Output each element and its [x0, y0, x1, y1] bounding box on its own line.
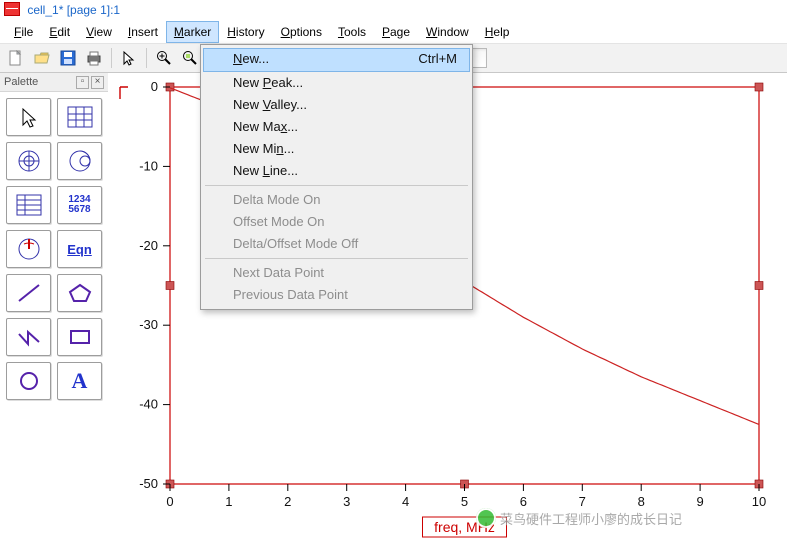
- menu-item-delta-offset-mode-off: Delta/Offset Mode Off: [203, 233, 470, 255]
- menu-item-offset-mode-on: Offset Mode On: [203, 211, 470, 233]
- svg-text:6: 6: [520, 494, 527, 509]
- menu-item-next-data-point: Next Data Point: [203, 262, 470, 284]
- palette-rect[interactable]: [57, 318, 102, 356]
- svg-text:2: 2: [284, 494, 291, 509]
- palette-polyline[interactable]: [6, 318, 51, 356]
- menu-tools[interactable]: Tools: [330, 21, 374, 43]
- palette-text[interactable]: A: [57, 362, 102, 400]
- svg-text:0: 0: [151, 79, 158, 94]
- zoom-point-button[interactable]: [178, 46, 202, 70]
- palette-pin-icon[interactable]: ▫: [76, 76, 89, 89]
- palette-circle[interactable]: [6, 362, 51, 400]
- svg-text:-30: -30: [139, 317, 158, 332]
- app-icon: [4, 2, 20, 16]
- menu-separator: [205, 258, 468, 259]
- toolbar-separator: [111, 48, 112, 68]
- svg-text:-50: -50: [139, 476, 158, 491]
- menu-options[interactable]: Options: [273, 21, 330, 43]
- svg-text:10: 10: [752, 494, 766, 509]
- menu-item-new-min[interactable]: New Min...: [203, 138, 470, 160]
- svg-text:0: 0: [166, 494, 173, 509]
- menu-history[interactable]: History: [219, 21, 272, 43]
- svg-text:3: 3: [343, 494, 350, 509]
- palette-polygon[interactable]: [57, 274, 102, 312]
- menu-view[interactable]: View: [78, 21, 120, 43]
- save-button[interactable]: [56, 46, 80, 70]
- palette-polar[interactable]: [6, 142, 51, 180]
- menu-item-previous-data-point: Previous Data Point: [203, 284, 470, 306]
- svg-text:4: 4: [402, 494, 409, 509]
- menu-item-new[interactable]: New...Ctrl+M: [203, 48, 470, 72]
- menu-insert[interactable]: Insert: [120, 21, 166, 43]
- menu-item-new-line[interactable]: New Line...: [203, 160, 470, 182]
- palette-eqn[interactable]: Eqn: [57, 230, 102, 268]
- new-button[interactable]: [4, 46, 28, 70]
- menu-item-new-valley[interactable]: New Valley...: [203, 94, 470, 116]
- zoom-in-button[interactable]: [152, 46, 176, 70]
- pointer-tool-button[interactable]: [117, 46, 141, 70]
- palette-list[interactable]: [6, 186, 51, 224]
- palette-close-icon[interactable]: ×: [91, 76, 104, 89]
- print-button[interactable]: [82, 46, 106, 70]
- svg-text:5: 5: [461, 494, 468, 509]
- palette-antenna[interactable]: [6, 230, 51, 268]
- menu-marker[interactable]: Marker: [166, 21, 219, 43]
- palette-panel: Palette ▫ × 12345678 Eqn A: [0, 73, 108, 560]
- toolbar-separator: [146, 48, 147, 68]
- svg-text:-10: -10: [139, 158, 158, 173]
- menu-separator: [205, 185, 468, 186]
- svg-text:8: 8: [638, 494, 645, 509]
- palette-pointer[interactable]: [6, 98, 51, 136]
- marker-menu: New...Ctrl+MNew Peak...New Valley...New …: [200, 44, 473, 310]
- svg-text:1: 1: [225, 494, 232, 509]
- menu-item-delta-mode-on: Delta Mode On: [203, 189, 470, 211]
- menu-page[interactable]: Page: [374, 21, 418, 43]
- menu-edit[interactable]: Edit: [41, 21, 78, 43]
- menu-file[interactable]: File: [6, 21, 41, 43]
- menu-window[interactable]: Window: [418, 21, 477, 43]
- palette-grid: 12345678 Eqn A: [0, 92, 108, 406]
- palette-numbers[interactable]: 12345678: [57, 186, 102, 224]
- palette-smith[interactable]: [57, 142, 102, 180]
- menu-bar: FileEditViewInsertMarkerHistoryOptionsTo…: [0, 21, 787, 43]
- svg-text:9: 9: [696, 494, 703, 509]
- svg-text:-20: -20: [139, 238, 158, 253]
- open-button[interactable]: [30, 46, 54, 70]
- svg-text:freq, MHz: freq, MHz: [434, 519, 495, 535]
- palette-header[interactable]: Palette ▫ ×: [0, 73, 108, 92]
- menu-help[interactable]: Help: [477, 21, 518, 43]
- menu-item-new-peak[interactable]: New Peak...: [203, 72, 470, 94]
- palette-title: Palette: [4, 73, 38, 91]
- palette-line[interactable]: [6, 274, 51, 312]
- menu-item-new-max[interactable]: New Max...: [203, 116, 470, 138]
- svg-text:-40: -40: [139, 397, 158, 412]
- window-title: cell_1* [page 1]:1: [27, 3, 120, 17]
- window-title-bar: cell_1* [page 1]:1: [0, 0, 787, 21]
- palette-grid-plot[interactable]: [57, 98, 102, 136]
- svg-text:7: 7: [579, 494, 586, 509]
